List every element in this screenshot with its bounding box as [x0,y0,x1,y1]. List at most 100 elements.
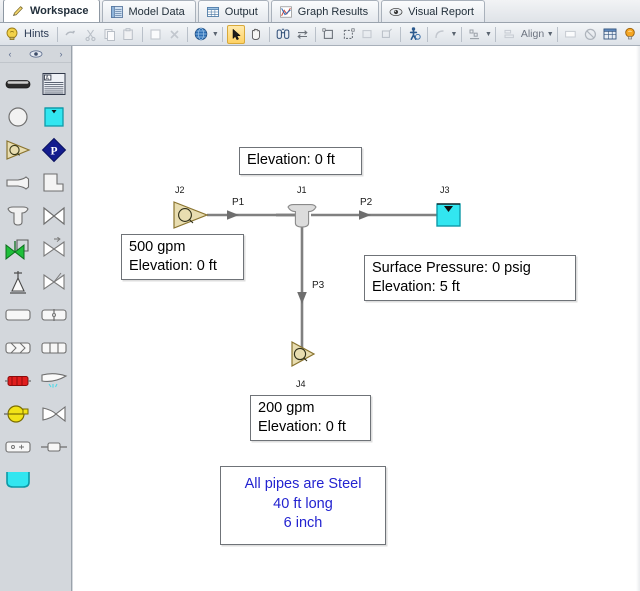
pipe-label-P2: P2 [360,197,372,208]
reservoir-tool[interactable] [1,463,35,496]
relief-valve-icon [41,270,67,294]
palette-prev-button[interactable]: ‹ [9,49,12,59]
valve-tool[interactable] [37,199,71,232]
elbow-icon [41,171,67,195]
hints-control[interactable]: Hints [4,26,54,42]
toolbar-separator [557,27,558,42]
toolbar-separator [461,27,462,42]
pipe-P1[interactable] [207,210,296,220]
callout-j4-flow[interactable]: 200 gpm Elevation: 0 ft [250,395,371,441]
palette-grid: A [0,63,71,496]
align-icon[interactable] [500,25,517,44]
static-element-tool[interactable] [1,430,35,463]
callout-j3-tank[interactable]: Surface Pressure: 0 psig Elevation: 5 ft [364,255,576,301]
reactor-tool[interactable] [1,364,35,397]
note-box-icon[interactable] [562,25,579,44]
workspace-right-edge [636,46,640,591]
assigned-pressure-tool[interactable]: P [37,133,71,166]
junction-J2[interactable] [174,202,207,228]
delete-icon[interactable] [166,25,183,44]
spray-discharge-tool[interactable] [1,265,35,298]
tee-icon [4,204,32,228]
pan-hand-icon[interactable] [247,25,265,44]
paste-icon[interactable] [120,25,137,44]
annotation-icon: A [41,72,67,96]
lightbulb-icon[interactable] [621,25,639,44]
tab-model-data[interactable]: Model Data [102,0,196,22]
branch-junction-tool[interactable] [1,100,35,133]
tab-workspace[interactable]: Workspace [3,0,100,22]
workspace-canvas[interactable]: J2 J1 J3 J4 P1 P2 P3 Elevation: 0 ft 500… [73,46,640,591]
elbow-tool[interactable] [37,166,71,199]
select-box-dash-icon[interactable] [339,25,356,44]
nozzle-tool[interactable] [37,397,71,430]
toolbar-separator [400,27,401,42]
check-valve-icon [41,237,67,261]
align-label: Align [519,28,546,40]
valve-icon [41,205,67,227]
control-valve-icon [4,237,32,261]
layers-icon[interactable] [466,25,483,44]
hints-label: Hints [24,28,49,40]
volume-balance-icon [39,438,69,456]
table-data-icon [110,5,124,19]
bend-tool[interactable] [1,166,35,199]
toolbar-separator [222,27,223,42]
volume-balance-tool[interactable] [37,430,71,463]
layers-dropdown-caret-icon[interactable]: ▼ [484,25,492,44]
zoom-fit-icon[interactable] [359,25,376,44]
tee-tool[interactable] [1,199,35,232]
arc-pipe-dropdown-caret-icon[interactable]: ▼ [450,25,458,44]
cut-icon[interactable] [81,25,98,44]
swap-arrows-icon[interactable] [294,25,311,44]
callout-pipe-note[interactable]: All pipes are Steel 40 ft long 6 inch [220,466,386,545]
venturi-tool[interactable] [37,364,71,397]
person-walk-icon[interactable] [405,25,423,44]
arc-pipe-icon[interactable] [432,25,449,44]
tank-junction-tool[interactable] [37,100,71,133]
grid-snap-icon[interactable] [601,25,619,44]
assigned-flow-tool[interactable] [1,133,35,166]
check-valve-tool[interactable] [37,232,71,265]
svg-text:P: P [50,145,57,157]
heat-exchanger-tool[interactable] [1,331,35,364]
select-arrow-icon[interactable] [227,25,244,44]
globe-dropdown-caret-icon[interactable]: ▼ [211,25,219,44]
select-box-icon[interactable] [320,25,337,44]
venturi-icon [39,370,69,392]
align-dropdown-caret-icon[interactable]: ▼ [546,25,554,44]
toolbar-separator [142,27,143,42]
duplicate-icon[interactable] [147,25,164,44]
callout-j1-elevation[interactable]: Elevation: 0 ft [239,147,362,175]
pipe-P2[interactable] [311,210,437,220]
tab-output[interactable]: Output [198,0,269,22]
tab-graph-results[interactable]: Graph Results [271,0,379,22]
tab-visual-report[interactable]: Visual Report [381,0,485,22]
callout-j2-flow[interactable]: 500 gpm Elevation: 0 ft [121,234,244,280]
pipe-P3[interactable] [297,226,307,354]
toolbar-separator [495,27,496,42]
copy-icon[interactable] [101,25,118,44]
pump-tool[interactable] [1,397,35,430]
tab-graph-results-label: Graph Results [298,6,368,18]
annotation-tool[interactable]: A [37,67,71,100]
find-binoculars-icon[interactable] [274,25,292,44]
zoom-sel-icon[interactable] [378,25,395,44]
globe-icon[interactable] [192,25,210,44]
tab-workspace-label: Workspace [30,5,89,17]
orifice-tool[interactable] [37,298,71,331]
nozzle-icon [40,403,68,425]
static-element-icon [3,438,33,456]
pipe-tool[interactable] [1,67,35,100]
screen-icon [39,339,69,357]
general-component-tool[interactable] [1,298,35,331]
eye-icon[interactable] [29,49,43,59]
undo-icon[interactable] [62,25,79,44]
control-valve-tool[interactable] [1,232,35,265]
relief-valve-tool[interactable] [37,265,71,298]
palette-next-button[interactable]: › [60,49,63,59]
circle-junction-icon [6,105,30,129]
no-entry-icon[interactable] [582,25,599,44]
junction-J3[interactable] [437,204,460,226]
screen-tool[interactable] [37,331,71,364]
